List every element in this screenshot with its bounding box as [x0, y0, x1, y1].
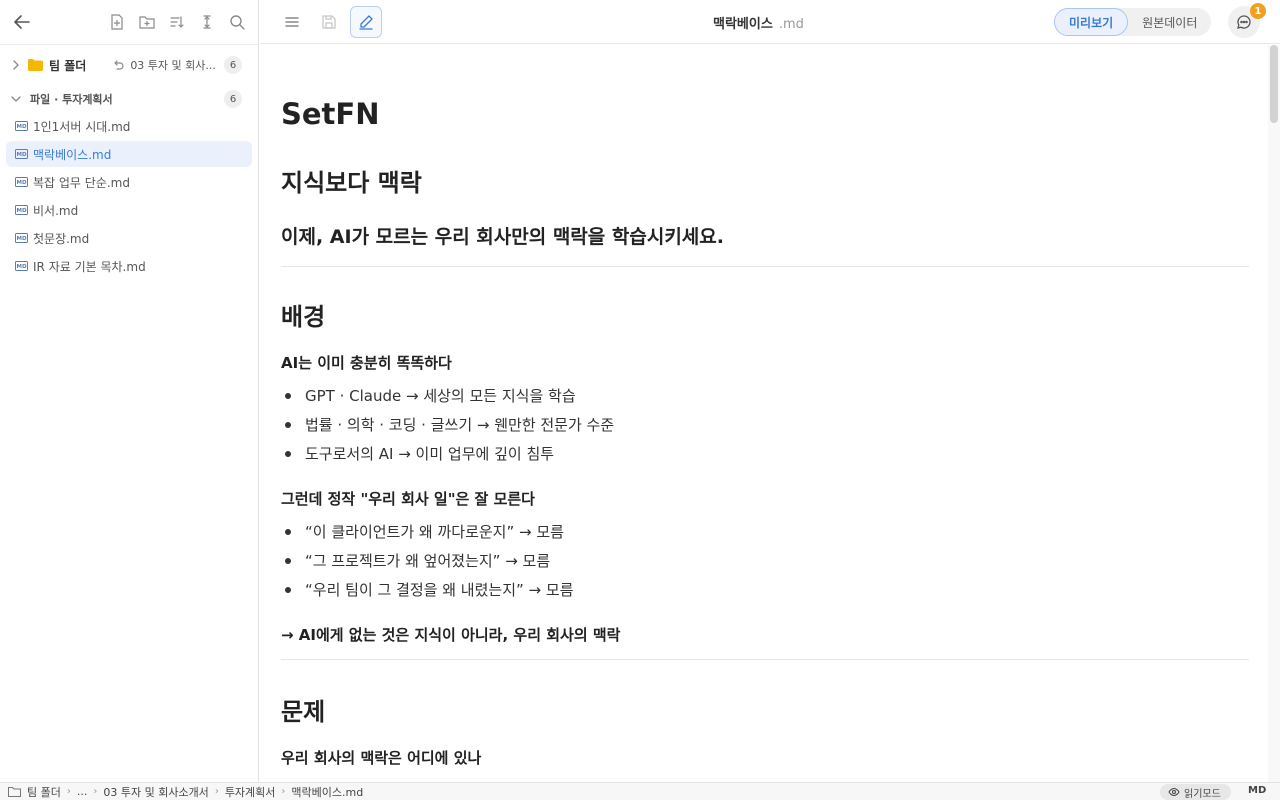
- breadcrumb-separator-icon: ›: [214, 786, 219, 797]
- file-item[interactable]: MD 첫문장.md: [6, 225, 252, 251]
- breadcrumb-item-current: 맥락베이스.md: [291, 785, 364, 799]
- file-item-active[interactable]: MD 맥락베이스.md: [6, 141, 252, 167]
- sidebar-tools: [108, 13, 246, 31]
- format-indicator: MD: [1248, 785, 1267, 796]
- file-list: MD 1인1서버 시대.md MD 맥락베이스.md MD 복잡 업무 단순.m…: [0, 113, 258, 279]
- file-name: 맥락베이스.md: [33, 147, 112, 162]
- file-item[interactable]: MD 1인1서버 시대.md: [6, 113, 252, 139]
- team-folder-label: 팀 폴더: [49, 58, 87, 73]
- read-mode-label: 읽기모드: [1184, 788, 1221, 800]
- file-name: 1인1서버 시대.md: [33, 119, 131, 134]
- group-header[interactable]: 파일 · 투자계획서 6: [0, 86, 258, 112]
- bold-paragraph: → AI에게 없는 것은 지식이 아니라, 우리 회사의 맥락: [281, 626, 621, 644]
- document-name: 맥락베이스: [713, 17, 773, 32]
- section-heading-background: 배경: [281, 303, 326, 331]
- bold-paragraph: AI는 이미 충분히 똑똑하다: [281, 354, 452, 372]
- document-extension: .md: [778, 17, 804, 32]
- svg-text:MD: MD: [16, 180, 26, 186]
- group-count-badge: 6: [224, 90, 242, 108]
- breadcrumb-separator-icon: ›: [93, 786, 98, 797]
- list-item: “이 클라이언트가 왜 까다로운지” → 모름: [281, 523, 1249, 552]
- edit-pencil-icon[interactable]: [350, 5, 382, 38]
- file-name: 첫문장.md: [33, 231, 90, 246]
- source-data-tab[interactable]: 원본데이터: [1128, 8, 1211, 36]
- status-bar: 팀 폴더 › ... › 03 투자 및 회사소개서 › 투자계획서 › 맥락베…: [0, 782, 1280, 800]
- list-item: “우리 팀이 그 결정을 왜 내렸는지” → 모름: [281, 581, 1249, 610]
- eye-icon: [1168, 787, 1180, 797]
- file-item[interactable]: MD 비서.md: [6, 197, 252, 223]
- file-name: IR 자료 기본 목차.md: [33, 259, 146, 274]
- scrollbar-thumb[interactable]: [1270, 45, 1278, 123]
- svg-text:MD: MD: [16, 236, 26, 242]
- markdown-body: SetFN 지식보다 맥락 이제, AI가 모르는 우리 회사만의 맥락을 학습…: [260, 45, 1268, 768]
- list-item: “그 프로젝트가 왜 엎어졌는지” → 모름: [281, 552, 1249, 581]
- list-item: GPT · Claude → 세상의 모든 지식을 학습: [281, 387, 1249, 416]
- chat-bubble-icon: [1237, 15, 1251, 29]
- bullet-list: “이 클라이언트가 왜 까다로운지” → 모름 “그 프로젝트가 왜 엎어졌는지…: [281, 523, 1249, 610]
- breadcrumb: 팀 폴더 › ... › 03 투자 및 회사소개서 › 투자계획서 › 맥락베…: [27, 784, 363, 800]
- horizontal-rule: [281, 659, 1249, 660]
- bold-paragraph: 우리 회사의 맥락은 어디에 있나: [281, 749, 482, 767]
- folder-outline-icon: [8, 787, 21, 797]
- read-mode-button[interactable]: 읽기모드: [1160, 784, 1231, 800]
- sidebar: 팀 폴더 03 투자 및 회사... 6 파일 · 투자계획서 6 MD 1인1…: [0, 0, 259, 782]
- file-item[interactable]: MD 복잡 업무 단순.md: [6, 169, 252, 195]
- list-item: 도구로서의 AI → 이미 업무에 깊이 침투: [281, 445, 1249, 474]
- file-name: 복잡 업무 단순.md: [33, 175, 130, 190]
- app-window: 팀 폴더 03 투자 및 회사... 6 파일 · 투자계획서 6 MD 1인1…: [0, 0, 1280, 800]
- markdown-file-icon: MD: [15, 121, 28, 131]
- new-folder-icon[interactable]: [138, 13, 156, 31]
- chevron-right-icon[interactable]: [10, 59, 22, 71]
- document-preview[interactable]: SetFN 지식보다 맥락 이제, AI가 모르는 우리 회사만의 맥락을 학습…: [260, 45, 1268, 782]
- file-name: 비서.md: [33, 203, 79, 218]
- sidebar-toolbar: [0, 0, 258, 44]
- bullet-list: GPT · Claude → 세상의 모든 지식을 학습 법률 · 의학 · 코…: [281, 387, 1249, 474]
- document-title: 맥락베이스 .md: [713, 13, 804, 32]
- chevron-down-icon[interactable]: [10, 93, 22, 105]
- svg-text:MD: MD: [16, 124, 26, 130]
- breadcrumb-item[interactable]: 03 투자 및 회사소개서: [103, 784, 208, 800]
- doc-h2-heading: 지식보다 맥락: [281, 169, 422, 197]
- view-mode-toggle: 미리보기 원본데이터: [1054, 8, 1212, 36]
- search-icon[interactable]: [228, 13, 246, 31]
- folder-icon: [28, 59, 43, 71]
- notification-badge: 1: [1250, 3, 1266, 19]
- group-label: 파일 · 투자계획서: [30, 93, 113, 106]
- doc-h3-subheading: 이제, AI가 모르는 우리 회사만의 맥락을 학습시키세요.: [281, 226, 724, 248]
- markdown-file-icon: MD: [15, 261, 28, 271]
- breadcrumb-separator-icon: ›: [66, 786, 71, 797]
- back-arrow-icon[interactable]: [12, 12, 32, 32]
- breadcrumb-item[interactable]: 투자계획서: [225, 784, 276, 800]
- recent-path-label: 03 투자 및 회사...: [130, 59, 216, 72]
- undo-icon: [114, 60, 124, 70]
- markdown-file-icon: MD: [15, 177, 28, 187]
- markdown-file-icon: MD: [15, 233, 28, 243]
- recent-path[interactable]: 03 투자 및 회사...: [112, 57, 216, 73]
- team-folder-row[interactable]: 팀 폴더 03 투자 및 회사... 6: [0, 52, 258, 78]
- doc-h1-title: SetFN: [281, 97, 380, 131]
- menu-icon[interactable]: [276, 6, 308, 38]
- markdown-file-icon: MD: [15, 149, 28, 159]
- horizontal-rule: [281, 266, 1249, 267]
- markdown-file-icon: MD: [15, 205, 28, 215]
- collapse-icon[interactable]: [198, 13, 216, 31]
- team-count-badge: 6: [224, 56, 242, 74]
- sidebar-divider: [0, 44, 258, 45]
- save-icon[interactable]: [313, 6, 345, 38]
- svg-text:MD: MD: [16, 264, 26, 270]
- file-item[interactable]: MD IR 자료 기본 목차.md: [6, 253, 252, 279]
- breadcrumb-separator-icon: ›: [281, 786, 286, 797]
- svg-text:MD: MD: [16, 152, 26, 158]
- editor-toolbar: 맥락베이스 .md 미리보기 원본데이터 1: [260, 0, 1280, 44]
- section-heading-problem: 문제: [281, 698, 326, 726]
- preview-tab[interactable]: 미리보기: [1054, 8, 1129, 36]
- breadcrumb-item[interactable]: ...: [77, 785, 88, 798]
- svg-text:MD: MD: [16, 208, 26, 214]
- scrollbar[interactable]: [1268, 45, 1280, 782]
- sort-icon[interactable]: [168, 13, 186, 31]
- breadcrumb-item[interactable]: 팀 폴더: [27, 784, 61, 800]
- list-item: 법률 · 의학 · 코딩 · 글쓰기 → 웬만한 전문가 수준: [281, 416, 1249, 445]
- bold-paragraph: 그런데 정작 "우리 회사 일"은 잘 모른다: [281, 490, 535, 508]
- new-file-icon[interactable]: [108, 13, 126, 31]
